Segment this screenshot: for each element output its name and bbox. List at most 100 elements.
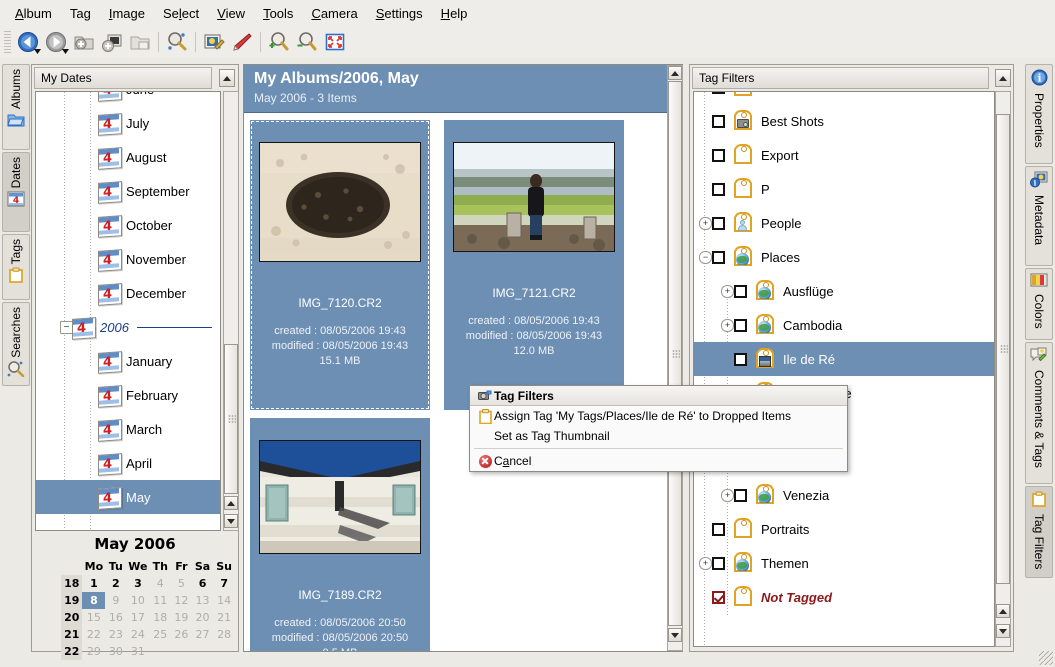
add-images-button[interactable] [70, 28, 98, 56]
dates-tree-item[interactable]: 4 November [36, 242, 220, 276]
menu-view[interactable]: View [208, 3, 254, 24]
thumbnail-item[interactable]: IMG_7120.CR2 created : 08/05/2006 19:43 … [250, 120, 430, 410]
calendar-week-number[interactable]: 20 [61, 609, 83, 626]
tag-filter-item[interactable]: Not Tagged [694, 580, 994, 614]
dates-tree-item[interactable]: 4 January [36, 344, 220, 378]
left-tab-tags[interactable]: Tags [2, 234, 30, 300]
tag-filters-tree[interactable]: Best Shots Export P + People − Places + Aus… [693, 91, 995, 647]
import-button[interactable] [126, 28, 154, 56]
tag-filter-checkbox[interactable] [734, 488, 747, 502]
tag-filter-item[interactable]: Portraits [694, 512, 994, 546]
back-button[interactable] [14, 28, 42, 56]
tag-filter-checkbox[interactable] [734, 352, 747, 366]
menu-image[interactable]: Image [100, 3, 154, 24]
calendar-day-cell[interactable]: 13 [192, 592, 213, 609]
left-tab-albums[interactable]: Albums [2, 64, 30, 150]
scrollbar-down-arrow[interactable] [996, 624, 1010, 638]
calendar-day-cell[interactable]: 17 [126, 609, 149, 626]
tag-filter-item[interactable] [694, 92, 994, 104]
scrollbar-up-arrow[interactable] [224, 496, 238, 510]
tag-filter-checkbox[interactable] [734, 284, 747, 298]
zoom-in-button[interactable] [265, 28, 293, 56]
tag-filter-item[interactable]: Best Shots [694, 104, 994, 138]
calendar-day-cell[interactable]: 6 [192, 575, 213, 592]
calendar-day-cell[interactable]: 9 [105, 592, 126, 609]
scrollbar-thumb[interactable] [668, 81, 682, 626]
calendar-day-cell[interactable]: 5 [171, 575, 192, 592]
thumbnail-image[interactable] [259, 142, 421, 262]
left-tab-dates[interactable]: Dates 4 [2, 152, 30, 232]
right-tab-colors[interactable]: Colors [1025, 268, 1053, 340]
right-tab-comments-tags[interactable]: Comments & Tags [1025, 342, 1053, 484]
dates-tree-item[interactable]: − 4 2006 [36, 310, 220, 344]
tag-filter-checkbox[interactable] [712, 114, 725, 128]
menu-help[interactable]: Help [432, 3, 477, 24]
scrollbar-down-arrow[interactable] [668, 628, 682, 642]
calendar-day-cell[interactable]: 10 [126, 592, 149, 609]
calendar-week-number[interactable]: 22 [61, 643, 83, 660]
right-tab-metadata[interactable]: i Metadata [1025, 166, 1053, 266]
menu-camera[interactable]: Camera [302, 3, 366, 24]
calendar-day-cell[interactable]: 29 [82, 643, 105, 660]
tag-filter-item[interactable]: P [694, 172, 994, 206]
dates-tree-item[interactable]: 4 October [36, 208, 220, 242]
menu-tools[interactable]: Tools [254, 3, 302, 24]
tag-filter-checkbox[interactable] [712, 182, 725, 196]
tag-filter-item[interactable]: Ile de Ré [694, 342, 994, 376]
right-tab-tag-filters[interactable]: Tag Filters [1025, 486, 1053, 578]
tag-filter-checkbox[interactable] [712, 148, 725, 162]
dates-tree-scrollbar[interactable] [223, 91, 239, 531]
calendar-day-cell[interactable]: 24 [126, 626, 149, 643]
month-calendar[interactable]: May 2006 Mo Tu We Th Fr Sa Su 18 1 2 3 4 5 6 7 19 8 9 10 11… [35, 535, 235, 660]
dates-tree-item[interactable]: 4 August [36, 140, 220, 174]
calendar-day-cell[interactable]: 19 [171, 609, 192, 626]
tree-expander-plus[interactable]: + [721, 489, 734, 502]
thumbnail-item[interactable]: IMG_7121.CR2 created : 08/05/2006 19:43 … [444, 120, 624, 410]
dates-tree-item[interactable]: 4 February [36, 378, 220, 412]
tag-filter-item[interactable]: Export [694, 138, 994, 172]
tag-filter-item[interactable]: + Themen [694, 546, 994, 580]
calendar-day-cell[interactable]: 14 [213, 592, 235, 609]
dates-tree-item[interactable]: 4 July [36, 106, 220, 140]
tag-filter-item[interactable]: + Venezia [694, 478, 994, 512]
edit-image-button[interactable] [163, 28, 191, 56]
calendar-day-cell[interactable]: 30 [105, 643, 126, 660]
calendar-day-cell[interactable]: 26 [171, 626, 192, 643]
tree-expander-plus[interactable]: + [699, 217, 712, 230]
tag-filter-checkbox[interactable] [712, 522, 725, 536]
context-menu-item-cancel[interactable]: Cancel [470, 451, 847, 471]
dates-tree-item[interactable]: 4 May [36, 480, 220, 514]
dates-panel-collapse-button[interactable] [219, 69, 235, 87]
calendar-day-cell[interactable]: 4 [150, 575, 171, 592]
calendar-day-cell[interactable]: 7 [213, 575, 235, 592]
calendar-day-cell[interactable]: 22 [82, 626, 105, 643]
right-tab-properties[interactable]: i Properties [1025, 64, 1053, 164]
dates-tree-item[interactable]: 4 March [36, 412, 220, 446]
calendar-day-cell[interactable]: 20 [192, 609, 213, 626]
tag-filter-item[interactable]: + People [694, 206, 994, 240]
tag-filters-collapse-button[interactable] [995, 69, 1011, 87]
tag-filter-checkbox[interactable] [712, 590, 725, 604]
scrollbar-thumb[interactable] [224, 344, 238, 494]
dates-tree[interactable]: 4June 4July 4August 4September 4October … [35, 91, 221, 531]
calendar-day-cell[interactable]: 23 [105, 626, 126, 643]
dates-tree-item[interactable]: 4 September [36, 174, 220, 208]
toolbar-grip[interactable] [4, 31, 11, 53]
tag-filters-scrollbar[interactable] [995, 91, 1011, 647]
calendar-day-cell[interactable]: 11 [150, 592, 171, 609]
tag-filter-item[interactable]: + Ausflüge [694, 274, 994, 308]
dates-tree-item[interactable]: 4 June [36, 92, 220, 106]
thumbnail-image[interactable] [453, 142, 615, 252]
calendar-day-cell[interactable]: 31 [126, 643, 149, 660]
window-resize-grip[interactable] [1039, 651, 1053, 665]
add-folders-button[interactable] [98, 28, 126, 56]
menu-tag[interactable]: Tag [61, 3, 100, 24]
tag-filter-item[interactable]: + Cambodia [694, 308, 994, 342]
tag-filter-checkbox[interactable] [712, 556, 725, 570]
calendar-day-cell[interactable]: 1 [82, 575, 105, 592]
calendar-day-cell[interactable]: 21 [213, 609, 235, 626]
fit-window-button[interactable] [321, 28, 349, 56]
tree-expander-minus[interactable]: − [699, 251, 712, 264]
context-menu-item-set-thumbnail[interactable]: Set as Tag Thumbnail [470, 426, 847, 446]
scrollbar-up-arrow[interactable] [996, 604, 1010, 618]
